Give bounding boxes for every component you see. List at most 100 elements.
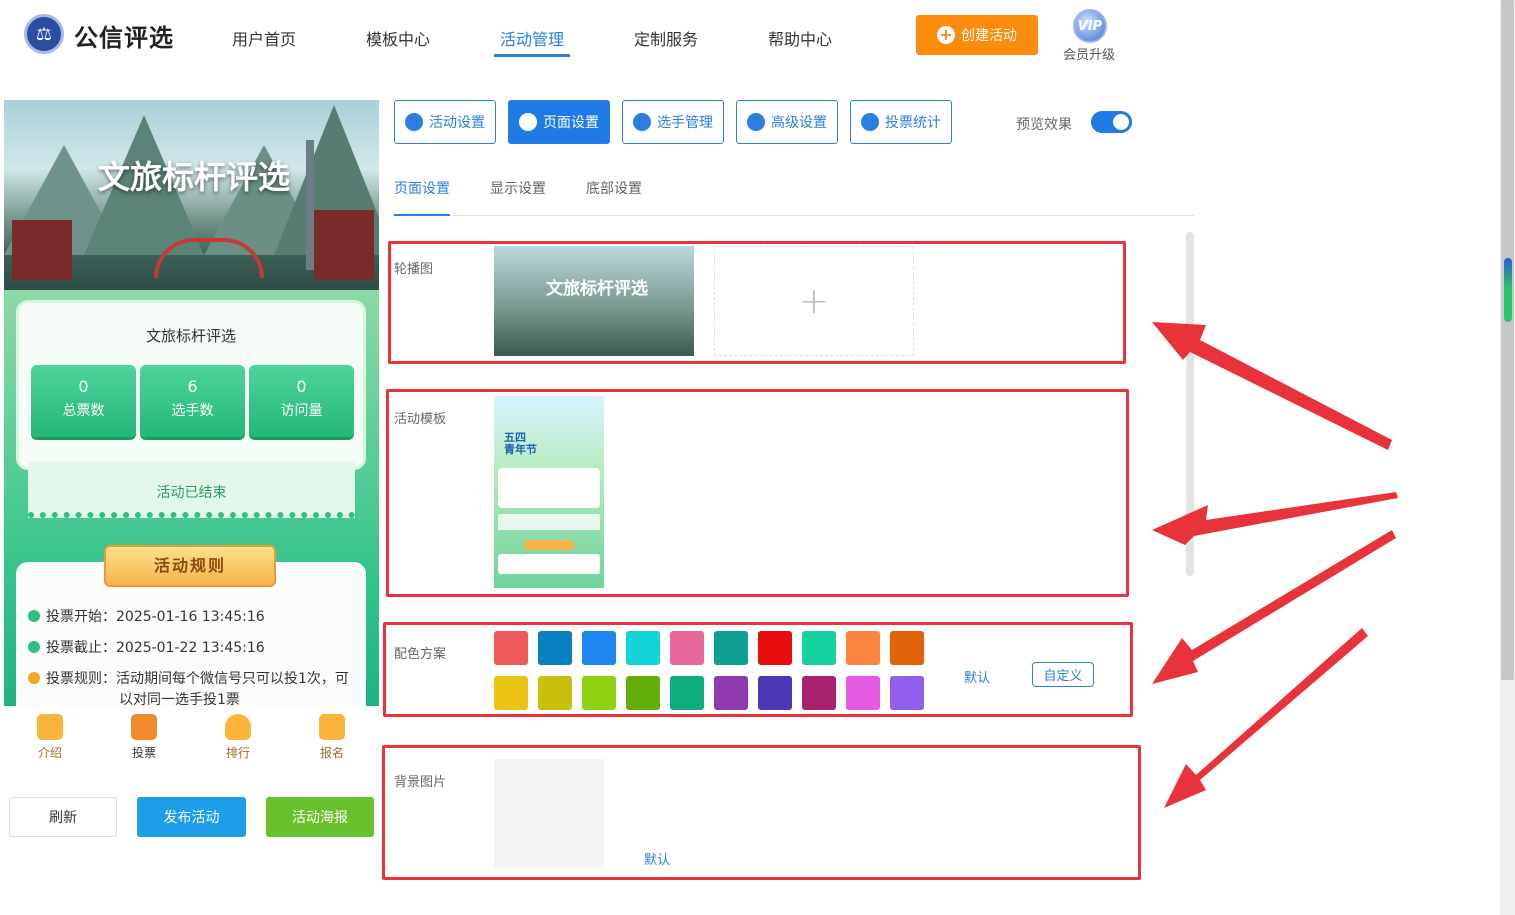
- subtab-divider: [394, 215, 1194, 216]
- publish-button[interactable]: 发布活动: [137, 797, 246, 837]
- rule-label: 投票开始：: [46, 609, 116, 625]
- tab-label: 排行: [225, 746, 250, 760]
- custom-color-button[interactable]: 自定义: [1032, 662, 1094, 687]
- rule-vote-start: 投票开始：2025-01-16 13:45:16: [28, 606, 265, 626]
- stat-visits: 0 访问量: [249, 365, 354, 437]
- tab-signup[interactable]: 报名: [302, 714, 362, 761]
- tab-activity-settings[interactable]: 活动设置: [394, 100, 496, 144]
- tab-label: 选手管理: [657, 115, 713, 131]
- nav-activity-manage[interactable]: 活动管理: [500, 26, 564, 50]
- vote-icon: [131, 714, 157, 740]
- mobile-preview: 文旅标杆评选 文旅标杆评选 0 总票数 6 选手数 0 访问量 活动已结束 活动…: [4, 100, 379, 706]
- star-icon: [405, 113, 423, 131]
- preview-toggle-label: 预览效果: [1016, 117, 1072, 133]
- plus-circle-icon: +: [937, 26, 955, 44]
- scroll-indicator: [1504, 258, 1512, 322]
- background-image-placeholder[interactable]: [494, 759, 604, 867]
- rules-title: 活动规则: [104, 545, 276, 587]
- nav-home[interactable]: 用户首页: [232, 26, 296, 50]
- color-swatch[interactable]: [538, 631, 572, 665]
- tab-vote-stats[interactable]: 投票统计: [850, 100, 952, 144]
- rule-label: 投票截止：: [46, 640, 116, 656]
- tab-intro[interactable]: 介绍: [20, 714, 80, 761]
- stat-label: 总票数: [62, 403, 105, 419]
- preview-info-card: 文旅标杆评选 0 总票数 6 选手数 0 访问量: [16, 300, 366, 470]
- tab-label: 活动设置: [429, 115, 485, 131]
- color-swatch[interactable]: [714, 631, 748, 665]
- panel-scrollbar[interactable]: [1186, 232, 1194, 576]
- clock-icon: [28, 610, 40, 622]
- tab-page-settings[interactable]: 页面设置: [508, 100, 610, 144]
- color-swatch[interactable]: [494, 676, 528, 710]
- rule-vote-rule-cont: 以对同一选手投1票: [119, 692, 240, 706]
- trophy-icon: [225, 714, 251, 740]
- gear-icon: [519, 113, 537, 131]
- nav-custom-service[interactable]: 定制服务: [634, 26, 698, 50]
- users-icon: [633, 113, 651, 131]
- color-swatch[interactable]: [626, 631, 660, 665]
- subtab-page-settings[interactable]: 页面设置: [394, 178, 450, 198]
- color-swatch[interactable]: [582, 631, 616, 665]
- bar-chart-icon: [861, 113, 879, 131]
- rule-vote-end: 投票截止：2025-01-22 13:45:16: [28, 637, 265, 657]
- rule-value: 2025-01-16 13:45:16: [116, 609, 265, 625]
- color-swatch[interactable]: [670, 676, 704, 710]
- rule-value: 2025-01-22 13:45:16: [116, 640, 265, 656]
- arrow-background: [1164, 628, 1368, 808]
- color-swatch[interactable]: [846, 676, 880, 710]
- refresh-button[interactable]: 刷新: [9, 797, 117, 837]
- tab-label: 高级设置: [771, 115, 827, 131]
- color-swatch[interactable]: [626, 676, 660, 710]
- vip-upgrade-label[interactable]: 会员升级: [1063, 44, 1115, 63]
- subtab-display-settings[interactable]: 显示设置: [490, 178, 546, 198]
- nav-templates[interactable]: 模板中心: [366, 26, 430, 50]
- carousel-image[interactable]: 文旅标杆评选: [494, 246, 694, 356]
- nav-help[interactable]: 帮助中心: [768, 26, 832, 50]
- color-swatch[interactable]: [802, 676, 836, 710]
- stat-contestants: 6 选手数: [140, 365, 245, 437]
- color-swatch[interactable]: [890, 631, 924, 665]
- tab-label: 页面设置: [543, 115, 599, 131]
- clock-icon: [28, 641, 40, 653]
- color-swatch[interactable]: [846, 631, 880, 665]
- page-scrollbar-thumb[interactable]: [1501, 0, 1514, 680]
- rule-value: 活动期间每个微信号只可以投1次，可: [116, 671, 349, 687]
- color-default-link[interactable]: 默认: [964, 667, 990, 686]
- template-label: 活动模板: [394, 412, 447, 427]
- tab-advanced-settings[interactable]: 高级设置: [736, 100, 838, 144]
- color-swatch[interactable]: [758, 631, 792, 665]
- color-swatch[interactable]: [582, 676, 616, 710]
- carousel-image-title: 文旅标杆评选: [546, 279, 648, 299]
- logo-icon[interactable]: ⚖: [24, 14, 64, 54]
- poster-button[interactable]: 活动海报: [266, 797, 374, 837]
- add-carousel-button[interactable]: +: [714, 246, 914, 356]
- color-scheme-label: 配色方案: [394, 647, 447, 662]
- background-default-link[interactable]: 默认: [644, 849, 670, 868]
- color-swatch[interactable]: [890, 676, 924, 710]
- stat-value: 0: [78, 377, 89, 396]
- color-swatch[interactable]: [714, 676, 748, 710]
- template-thumbnail[interactable]: 五四 青年节: [494, 396, 604, 588]
- rule-label: 投票规则：: [46, 671, 116, 687]
- color-swatch[interactable]: [758, 676, 792, 710]
- vip-icon[interactable]: VIP: [1073, 9, 1107, 43]
- background-image-label: 背景图片: [394, 775, 447, 790]
- intro-icon: [37, 714, 63, 740]
- tab-label: 报名: [319, 746, 344, 760]
- tab-contestant-manage[interactable]: 选手管理: [622, 100, 724, 144]
- subtab-active-indicator: [394, 214, 450, 216]
- template-title: 五四 青年节: [504, 431, 537, 456]
- tab-ranking[interactable]: 排行: [208, 714, 268, 761]
- preview-toggle[interactable]: [1091, 111, 1132, 133]
- toggle-knob: [1113, 114, 1129, 130]
- subtab-footer-settings[interactable]: 底部设置: [586, 178, 642, 198]
- color-swatch[interactable]: [670, 631, 704, 665]
- carousel-label: 轮播图: [394, 262, 434, 277]
- activity-status: 活动已结束: [28, 462, 355, 518]
- logo-text[interactable]: 公信评选: [74, 18, 174, 53]
- create-activity-button[interactable]: + 创建活动: [916, 15, 1038, 55]
- color-swatch[interactable]: [494, 631, 528, 665]
- color-swatch[interactable]: [538, 676, 572, 710]
- tab-vote[interactable]: 投票: [114, 714, 174, 761]
- color-swatch[interactable]: [802, 631, 836, 665]
